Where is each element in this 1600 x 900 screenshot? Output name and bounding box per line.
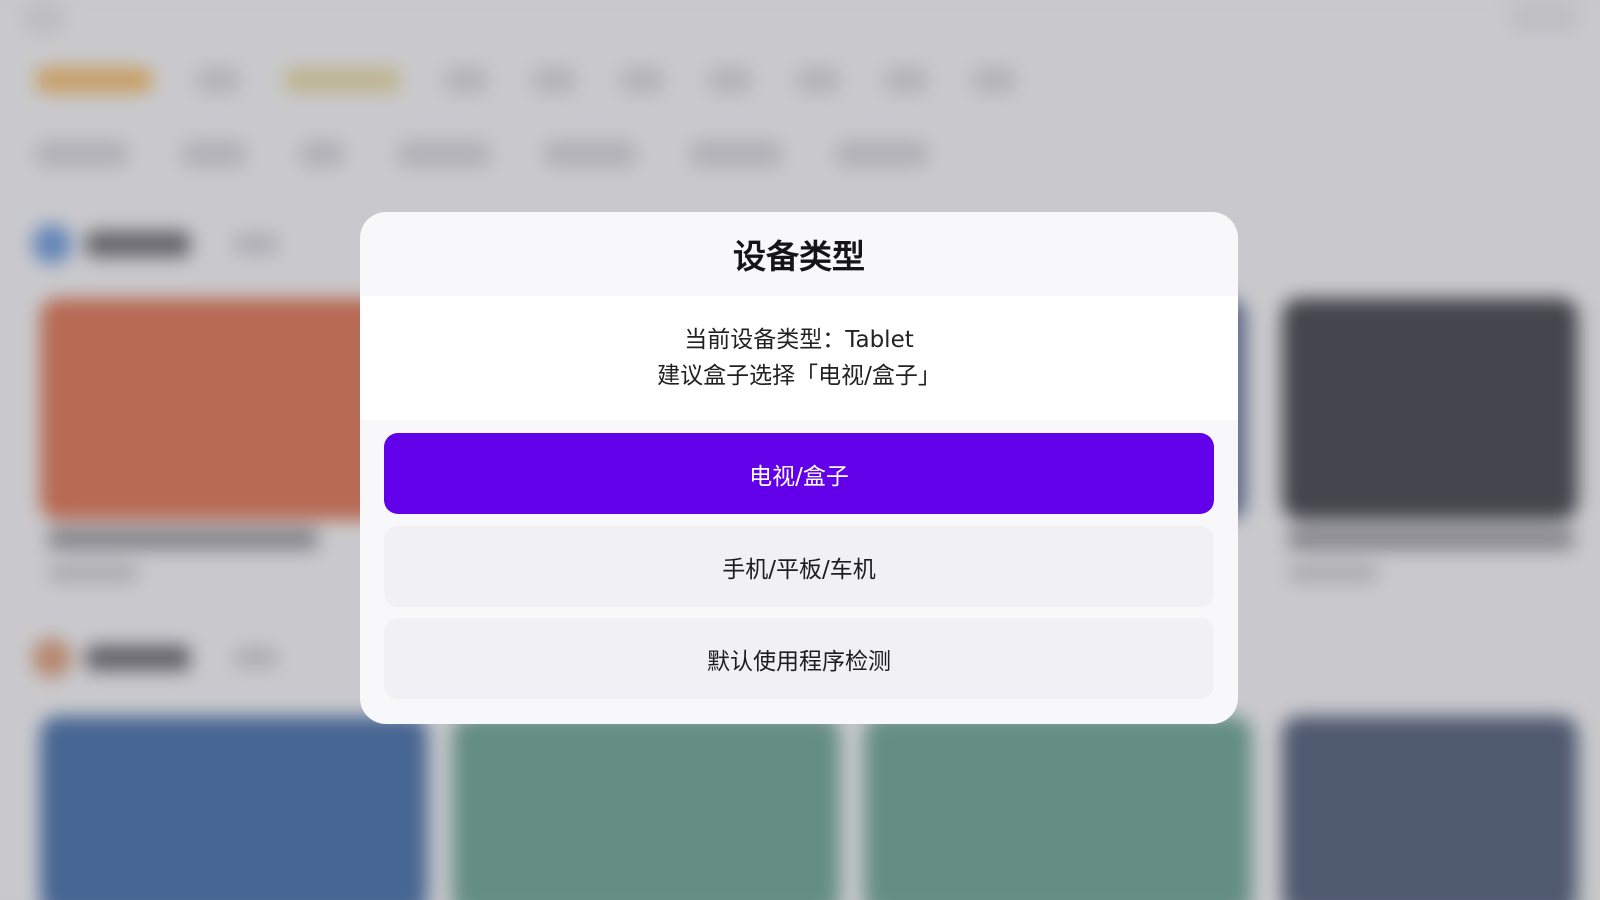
dialog-title: 设备类型 (733, 237, 865, 276)
dialog-message-current-device: 当前设备类型：Tablet (684, 327, 914, 353)
option-tv-box-button[interactable]: 电视/盒子 (384, 433, 1214, 514)
device-type-dialog: 设备类型 当前设备类型：Tablet 建议盒子选择「电视/盒子」 电视/盒子 手… (360, 212, 1238, 724)
option-auto-detect-button[interactable]: 默认使用程序检测 (384, 618, 1214, 699)
option-phone-tablet-car-button[interactable]: 手机/平板/车机 (384, 526, 1214, 607)
dialog-message: 当前设备类型：Tablet 建议盒子选择「电视/盒子」 (360, 296, 1238, 420)
dialog-message-suggestion: 建议盒子选择「电视/盒子」 (657, 363, 941, 389)
